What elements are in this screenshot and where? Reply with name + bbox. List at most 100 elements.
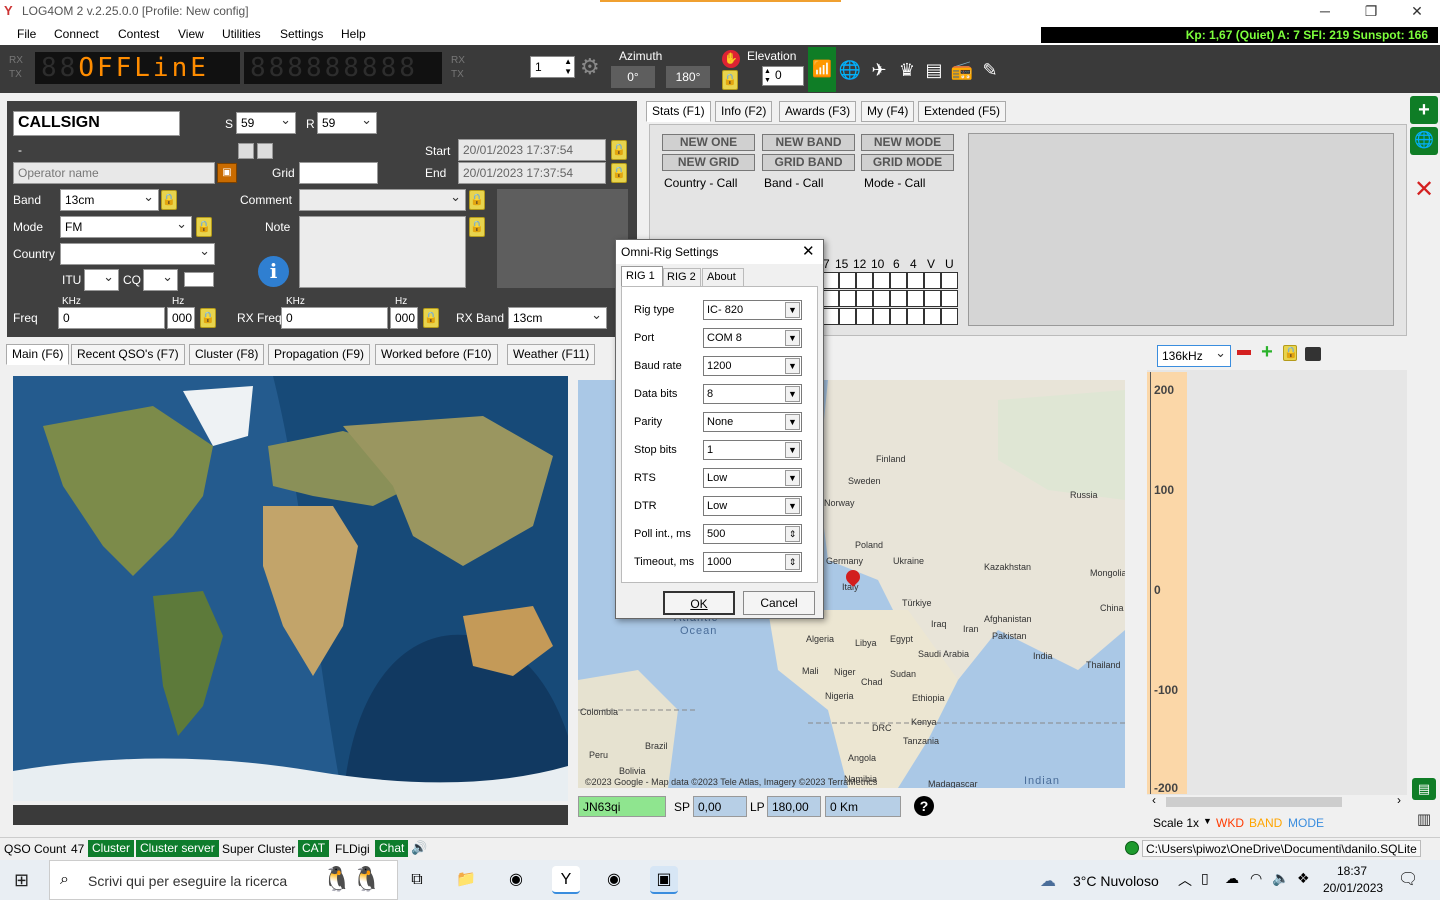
- taskbar-date[interactable]: 20/01/2023: [1323, 881, 1383, 895]
- tab-info[interactable]: Info (F2): [715, 101, 773, 122]
- dialog-ok-button[interactable]: OK: [663, 591, 735, 615]
- rxfreq-khz-input[interactable]: 0: [281, 307, 388, 329]
- tab-cluster[interactable]: Cluster (F8): [189, 344, 265, 365]
- tab-my[interactable]: My (F4): [861, 101, 915, 122]
- server-panel-icon[interactable]: ▤: [1412, 778, 1436, 800]
- elevation-lock-icon[interactable]: 🔒: [722, 70, 738, 90]
- dialog-field-stop-bits[interactable]: 1 ▼: [703, 440, 802, 460]
- menu-settings[interactable]: Settings: [280, 27, 323, 41]
- menu-contest[interactable]: Contest: [118, 27, 159, 41]
- pen-icon[interactable]: ✎: [978, 58, 1002, 82]
- dropdown-arrow-icon[interactable]: ▼: [785, 330, 800, 346]
- show-hidden-icons-icon[interactable]: ︿: [1178, 870, 1192, 890]
- info-icon[interactable]: i: [258, 256, 289, 287]
- contest-crown-icon[interactable]: ♛: [895, 58, 919, 82]
- zoom-out-icon[interactable]: [1237, 350, 1251, 355]
- menu-view[interactable]: View: [178, 27, 204, 41]
- lookup-card-icon[interactable]: ▣: [217, 163, 237, 183]
- dropdown-arrow-icon[interactable]: ▼: [785, 302, 800, 318]
- grid-input[interactable]: [299, 162, 378, 184]
- dialog-field-rig-type[interactable]: IC- 820 ▼: [703, 300, 802, 320]
- r-report-select[interactable]: 59: [317, 112, 377, 134]
- globe-icon[interactable]: 🌐: [838, 58, 862, 82]
- menu-file[interactable]: File: [17, 27, 36, 41]
- rxfreq-hz-input[interactable]: 000: [390, 307, 418, 329]
- note-textarea[interactable]: [299, 216, 466, 288]
- dialog-close-icon[interactable]: ✕: [802, 242, 815, 260]
- qsl-sent-checkbox[interactable]: [238, 143, 254, 159]
- scroll-left-icon[interactable]: ‹: [1152, 793, 1156, 807]
- itu-select[interactable]: [84, 269, 119, 291]
- scale-lock-icon[interactable]: 🔒: [1283, 345, 1298, 361]
- dropdown-arrow-icon[interactable]: ▼: [785, 358, 800, 374]
- dialog-field-poll-int-ms[interactable]: 500 ⇕: [703, 524, 802, 544]
- mode-lock-icon[interactable]: 🔒: [196, 217, 212, 237]
- rotator-stop-icon[interactable]: ✋: [722, 50, 740, 68]
- dialog-tab-rig1[interactable]: RIG 1: [621, 266, 663, 287]
- chat-status-badge[interactable]: Chat: [375, 840, 409, 857]
- dropdown-arrow-icon[interactable]: ▼: [785, 386, 800, 402]
- tab-main[interactable]: Main (F6): [6, 344, 70, 365]
- qsl-received-checkbox[interactable]: [257, 143, 273, 159]
- spin-arrows-icon[interactable]: ⇕: [785, 554, 800, 570]
- freq-khz-input[interactable]: 0: [58, 307, 165, 329]
- operator-name-input[interactable]: Operator name: [13, 162, 215, 184]
- end-datetime-input[interactable]: 20/01/2023 17:37:54: [458, 162, 606, 184]
- cluster-status-badge[interactable]: Cluster: [88, 840, 135, 857]
- scroll-thumb[interactable]: [1166, 797, 1342, 807]
- log4om-taskbar-icon[interactable]: Y: [552, 866, 580, 894]
- tray-device-icon[interactable]: ▯: [1201, 870, 1209, 887]
- onedrive-cloud-icon[interactable]: ☁: [1225, 870, 1239, 887]
- comment-lock-icon[interactable]: 🔒: [469, 190, 485, 210]
- start-datetime-input[interactable]: 20/01/2023 17:37:54: [458, 139, 606, 161]
- menu-utilities[interactable]: Utilities: [222, 27, 261, 41]
- volume-icon[interactable]: 🔈: [1272, 870, 1289, 887]
- dialog-field-rts[interactable]: Low ▼: [703, 468, 802, 488]
- minimize-button[interactable]: ─: [1302, 0, 1348, 23]
- scale-scrollbar[interactable]: ‹ ›: [1150, 793, 1407, 809]
- tab-awards[interactable]: Awards (F3): [779, 101, 857, 122]
- speaker-icon[interactable]: 🔊: [411, 840, 427, 856]
- tab-weather[interactable]: Weather (F11): [507, 344, 596, 365]
- connection-status[interactable]: 📶: [808, 47, 836, 92]
- taskbar-time[interactable]: 18:37: [1337, 864, 1367, 878]
- dialog-tab-about[interactable]: About: [702, 268, 744, 287]
- dialog-field-parity[interactable]: None ▼: [703, 412, 802, 432]
- omnirig-taskbar-icon[interactable]: ▣: [650, 866, 678, 894]
- dropdown-arrow-icon[interactable]: ▼: [785, 470, 800, 486]
- server-icon[interactable]: ▤: [922, 58, 946, 82]
- fldigi-status[interactable]: FLDigi: [335, 842, 370, 856]
- menu-help[interactable]: Help: [341, 27, 366, 41]
- taskbar-weather[interactable]: 3°C Nuvoloso: [1073, 873, 1159, 889]
- end-lock-icon[interactable]: 🔒: [611, 163, 627, 183]
- taskbar-search-box[interactable]: ⌕ Scrivi qui per eseguire la ricerca 🐧🐧: [49, 860, 398, 900]
- chrome-profile-icon[interactable]: ◉: [600, 866, 628, 894]
- globe-panel-icon[interactable]: 🌐: [1410, 127, 1438, 155]
- tab-propagation[interactable]: Propagation (F9): [268, 344, 371, 365]
- dialog-cancel-button[interactable]: Cancel: [743, 591, 815, 615]
- tab-extended[interactable]: Extended (F5): [918, 101, 1007, 122]
- tab-stats[interactable]: Stats (F1): [646, 101, 711, 122]
- rig-selector[interactable]: 1 ▲ ▼: [530, 56, 575, 78]
- continent-field[interactable]: [184, 272, 214, 287]
- satellite-icon[interactable]: ✈: [867, 58, 891, 82]
- band-lock-icon[interactable]: 🔒: [161, 190, 177, 210]
- dialog-field-timeout-ms[interactable]: 1000 ⇕: [703, 552, 802, 572]
- rig-settings-gear-icon[interactable]: ⚙: [580, 56, 602, 78]
- comment-select[interactable]: [299, 189, 466, 211]
- maximize-button[interactable]: ❐: [1348, 0, 1394, 23]
- dropdown-arrow-icon[interactable]: ▼: [785, 442, 800, 458]
- close-panel-icon[interactable]: ✕: [1410, 176, 1438, 204]
- dialog-field-port[interactable]: COM 8 ▼: [703, 328, 802, 348]
- elevation-input[interactable]: 0 ▲ ▼: [762, 66, 804, 86]
- zoom-in-icon[interactable]: +: [1258, 342, 1276, 362]
- start-lock-icon[interactable]: 🔒: [611, 140, 627, 160]
- dialog-tab-rig2[interactable]: RIG 2: [663, 268, 701, 287]
- wifi-icon[interactable]: ◠: [1250, 870, 1262, 887]
- dialog-field-data-bits[interactable]: 8 ▼: [703, 384, 802, 404]
- super-cluster-status[interactable]: Super Cluster: [222, 842, 295, 856]
- camera-icon[interactable]: [1305, 347, 1321, 361]
- dropbox-icon[interactable]: ❖: [1297, 870, 1310, 887]
- dropdown-arrow-icon[interactable]: ▼: [785, 414, 800, 430]
- tab-recent-qsos[interactable]: Recent QSO's (F7): [71, 344, 185, 365]
